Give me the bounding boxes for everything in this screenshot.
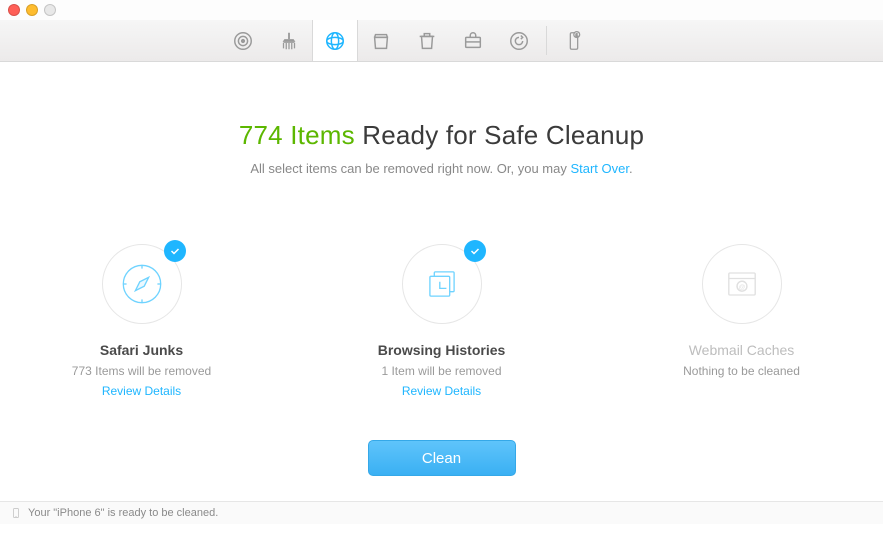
review-details-link[interactable]: Review Details	[102, 384, 181, 398]
headline: 774 Items Ready for Safe Cleanup	[0, 120, 883, 151]
history-icon	[420, 262, 464, 306]
start-over-link[interactable]: Start Over	[570, 161, 629, 176]
window-titlebar	[0, 0, 883, 20]
compass-icon	[120, 262, 164, 306]
card-sub: 773 Items will be removed	[72, 364, 211, 378]
status-bar: Your "iPhone 6" is ready to be cleaned.	[0, 501, 883, 524]
tab-trash[interactable]	[404, 20, 450, 61]
check-icon	[169, 245, 181, 257]
tab-internet[interactable]	[312, 20, 358, 61]
card-sub: Nothing to be cleaned	[683, 364, 800, 378]
card-title: Webmail Caches	[689, 342, 795, 358]
card-title: Browsing Histories	[378, 342, 506, 358]
svg-text:@: @	[738, 284, 745, 291]
toolbar: 1	[0, 20, 883, 62]
category-cards: Safari Junks 773 Items will be removed R…	[0, 244, 883, 398]
card-webmail-caches: @ Webmail Caches Nothing to be cleaned	[652, 244, 832, 398]
minimize-window-button[interactable]	[26, 4, 38, 16]
tab-quickclean[interactable]	[220, 20, 266, 61]
tab-toolbox[interactable]	[450, 20, 496, 61]
tab-macclean[interactable]	[266, 20, 312, 61]
card-title: Safari Junks	[100, 342, 183, 358]
tab-system[interactable]	[358, 20, 404, 61]
checked-badge[interactable]	[464, 240, 486, 262]
card-safari-junks: Safari Junks 773 Items will be removed R…	[52, 244, 232, 398]
review-details-link[interactable]: Review Details	[402, 384, 481, 398]
item-count: 774 Items	[239, 120, 355, 150]
webmail-icon: @	[720, 262, 764, 306]
status-text: Your "iPhone 6" is ready to be cleaned.	[28, 507, 218, 519]
clean-button[interactable]: Clean	[368, 440, 516, 476]
tab-device[interactable]: 1	[551, 20, 597, 61]
card-sub: 1 Item will be removed	[381, 364, 501, 378]
card-browsing-histories: Browsing Histories 1 Item will be remove…	[352, 244, 532, 398]
zoom-window-button[interactable]	[44, 4, 56, 16]
phone-icon	[10, 505, 22, 521]
main-content: 774 Items Ready for Safe Cleanup All sel…	[0, 62, 883, 524]
webmail-icon-circle[interactable]: @	[702, 244, 782, 324]
close-window-button[interactable]	[8, 4, 20, 16]
check-icon	[469, 245, 481, 257]
subline: All select items can be removed right no…	[0, 161, 883, 176]
headline-rest: Ready for Safe Cleanup	[355, 120, 644, 150]
checked-badge[interactable]	[164, 240, 186, 262]
tab-update[interactable]	[496, 20, 542, 61]
